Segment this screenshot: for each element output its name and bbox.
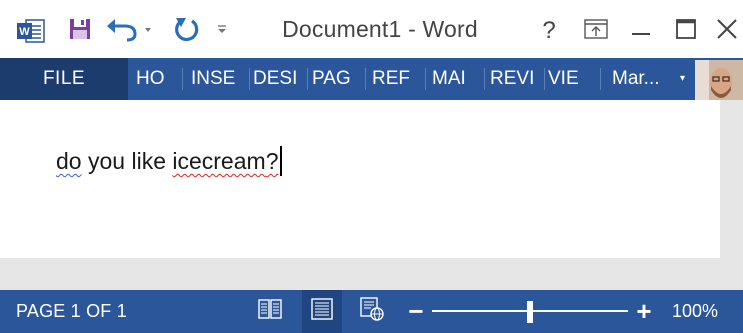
account-name[interactable]: Mar... bbox=[612, 58, 660, 100]
document-body[interactable]: do you like icecream? bbox=[56, 146, 282, 176]
document-punctuation: ? bbox=[265, 148, 279, 174]
tab-references[interactable]: REF bbox=[372, 58, 410, 100]
tab-divider bbox=[307, 68, 308, 90]
zoom-slider-thumb[interactable] bbox=[527, 301, 533, 323]
print-layout-button[interactable] bbox=[302, 290, 342, 333]
tab-divider bbox=[484, 68, 485, 90]
zoom-in-button[interactable]: + bbox=[632, 290, 656, 333]
word-logo-icon[interactable]: W bbox=[13, 12, 49, 50]
document-word: do bbox=[56, 148, 82, 174]
maximize-button[interactable] bbox=[669, 12, 703, 50]
read-mode-icon bbox=[257, 298, 283, 325]
tab-design[interactable]: DESI bbox=[253, 58, 297, 100]
ribbon-tab-bar: FILE HO INSE DESI PAG REF MAI REVI VIE M… bbox=[0, 58, 743, 110]
redo-button[interactable] bbox=[170, 12, 204, 50]
read-mode-button[interactable] bbox=[250, 290, 290, 333]
document-word: like bbox=[131, 148, 166, 174]
status-bar: PAGE 1 OF 1 − + 100% bbox=[0, 290, 743, 333]
vertical-scrollbar[interactable] bbox=[720, 100, 743, 290]
tab-mailings[interactable]: MAI bbox=[432, 58, 466, 100]
customize-qat-icon bbox=[215, 22, 229, 41]
tab-divider bbox=[249, 68, 250, 90]
ribbon-display-options-button[interactable] bbox=[578, 12, 614, 50]
close-button[interactable] bbox=[710, 12, 743, 50]
misspelled-word[interactable]: icecream bbox=[172, 148, 265, 174]
tab-divider bbox=[182, 68, 183, 90]
help-button[interactable]: ? bbox=[533, 12, 565, 50]
account-dropdown-icon[interactable]: ▾ bbox=[680, 73, 685, 84]
redo-icon bbox=[172, 15, 202, 48]
page-number-indicator[interactable]: PAGE 1 OF 1 bbox=[16, 290, 127, 333]
document-word: you bbox=[87, 148, 126, 174]
save-icon bbox=[68, 17, 92, 46]
undo-button[interactable] bbox=[104, 12, 156, 50]
print-layout-icon bbox=[310, 298, 334, 325]
tab-file[interactable]: FILE bbox=[0, 58, 128, 100]
tab-divider bbox=[365, 68, 366, 90]
web-layout-icon bbox=[359, 297, 385, 326]
maximize-icon bbox=[675, 18, 697, 45]
text-cursor bbox=[280, 146, 282, 176]
zoom-level[interactable]: 100% bbox=[672, 290, 718, 333]
tab-divider bbox=[544, 68, 545, 90]
tab-divider bbox=[600, 68, 601, 90]
svg-text:W: W bbox=[19, 26, 30, 38]
zoom-out-button[interactable]: − bbox=[404, 290, 428, 333]
undo-icon bbox=[105, 16, 155, 47]
customize-qat-button[interactable] bbox=[212, 12, 232, 50]
title-bar: W Document1 - Word ? bbox=[0, 0, 743, 58]
close-icon bbox=[716, 18, 738, 45]
web-layout-button[interactable] bbox=[352, 290, 392, 333]
tab-view[interactable]: VIE bbox=[548, 58, 579, 100]
tab-review[interactable]: REVI bbox=[490, 58, 534, 100]
document-area: do you like icecream? bbox=[0, 100, 743, 290]
tab-divider bbox=[425, 68, 426, 90]
save-button[interactable] bbox=[64, 12, 96, 50]
minimize-icon bbox=[630, 18, 652, 45]
window-title: Document1 - Word bbox=[282, 16, 478, 42]
minimize-button[interactable] bbox=[623, 12, 659, 50]
ribbon-display-options-icon bbox=[583, 18, 609, 45]
tab-page-layout[interactable]: PAG bbox=[312, 58, 351, 100]
document-page[interactable]: do you like icecream? bbox=[0, 100, 720, 258]
tab-home[interactable]: HO bbox=[136, 58, 165, 100]
tab-insert[interactable]: INSE bbox=[191, 58, 235, 100]
